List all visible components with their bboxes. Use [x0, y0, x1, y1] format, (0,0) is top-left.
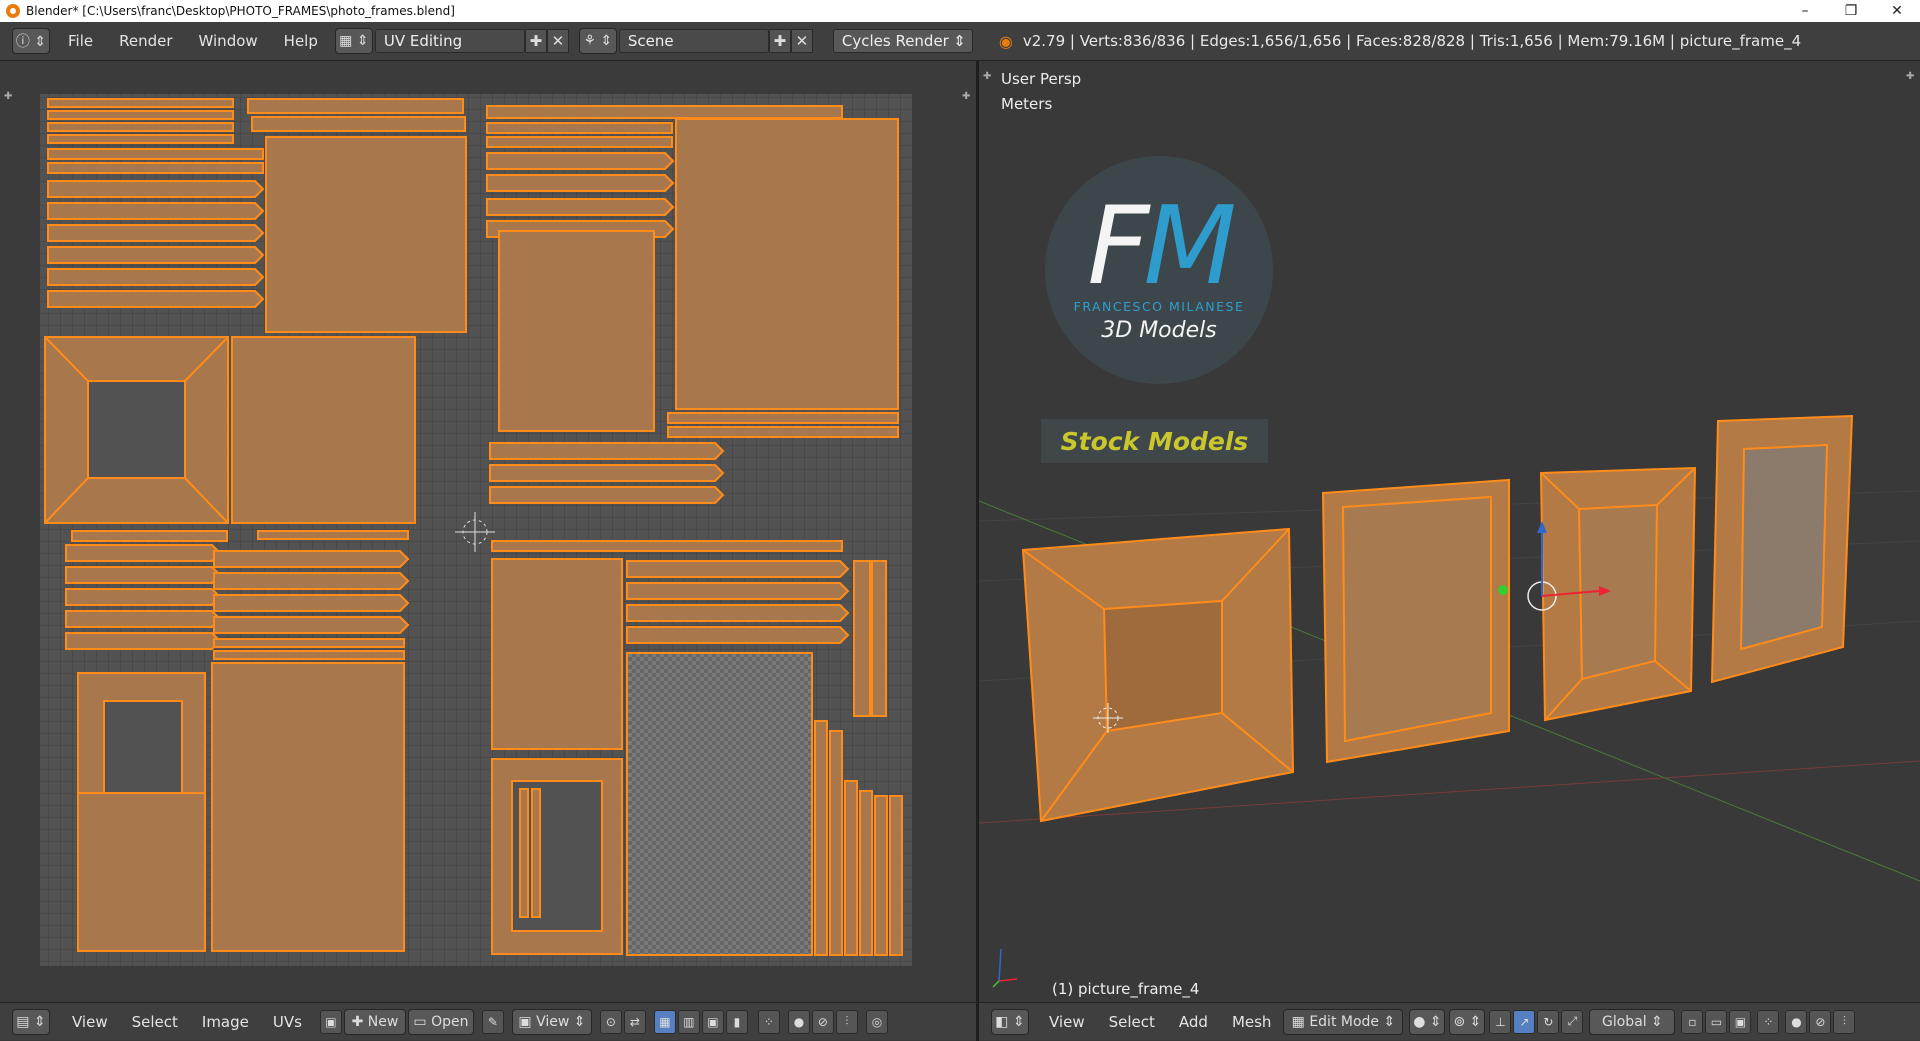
uv-menu-image[interactable]: Image — [202, 1013, 249, 1031]
uv-image-editor[interactable]: ✚ ✚ — [0, 61, 976, 1002]
pivot-point-select[interactable]: ⊚ ⇕ — [1449, 1008, 1486, 1035]
viewport-scene[interactable] — [979, 61, 1920, 1002]
editor-type-button[interactable]: ◧ ⇕ — [991, 1008, 1029, 1035]
shading-select[interactable]: ● ⇕ — [1409, 1008, 1446, 1035]
uv-canvas[interactable] — [0, 61, 976, 1002]
info-header: ⓘ ⇕ File Render Window Help ▦ ⇕ UV Editi… — [0, 22, 1920, 61]
view-mode-select[interactable]: ▣ View ⇕ — [511, 1008, 592, 1035]
view3d-menu-add[interactable]: Add — [1179, 1013, 1208, 1031]
occlude-geometry-icon[interactable]: ⁘ — [1757, 1009, 1780, 1034]
edge-select-mode-icon[interactable]: ▭ — [1705, 1009, 1728, 1034]
rotate-icon[interactable]: ↻ — [1537, 1009, 1560, 1034]
menu-help[interactable]: Help — [284, 32, 318, 50]
manipulator-toggle-icon[interactable]: ⊥ — [1489, 1009, 1512, 1034]
mode-select[interactable]: ▦ Edit Mode ⇕ — [1283, 1008, 1404, 1035]
dropdown-arrows-icon: ⇕ — [953, 32, 966, 50]
remove-scene-button[interactable]: ✕ — [790, 29, 813, 53]
render-engine-label: Cycles Render — [841, 32, 949, 50]
scene-statistics: v2.79 | Verts:836/836 | Edges:1,656/1,65… — [1022, 32, 1802, 50]
orientation-label: Global — [1602, 1013, 1647, 1030]
scale-icon[interactable]: ⤢ — [1561, 1009, 1584, 1034]
maximize-button[interactable]: ❐ — [1828, 0, 1874, 22]
snap-target-icon[interactable]: ⫶ — [1833, 1009, 1856, 1034]
window-title: Blender* [C:\Users\franc\Desktop\PHOTO_F… — [26, 4, 455, 18]
screen-layout-icon[interactable]: ▦ ⇕ — [334, 28, 373, 54]
snap-icon[interactable]: ⊘ — [811, 1009, 834, 1034]
menu-file[interactable]: File — [68, 32, 93, 50]
uv-menu-uvs[interactable]: UVs — [273, 1013, 302, 1031]
image-browse-icon[interactable]: ▣ — [319, 1009, 342, 1034]
menu-window[interactable]: Window — [199, 32, 258, 50]
layout-name: UV Editing — [383, 32, 463, 50]
island-select-icon[interactable]: ▮ — [725, 1009, 748, 1034]
edge-select-icon[interactable]: ▥ — [677, 1009, 700, 1034]
sticky-mode-icon[interactable]: ⁘ — [757, 1009, 780, 1034]
uv-menu-view[interactable]: View — [72, 1013, 108, 1031]
3d-viewport[interactable]: ✚ ✚ User Persp Meters FM FRANCESCO MILAN… — [979, 61, 1920, 1002]
proportional-edit-icon[interactable]: ● — [1785, 1009, 1808, 1034]
close-window-button[interactable]: ✕ — [1874, 0, 1920, 22]
orientation-select[interactable]: Global ⇕ — [1589, 1008, 1676, 1035]
minimize-button[interactable]: – — [1782, 0, 1828, 22]
new-image-label: New — [367, 1013, 399, 1030]
view3d-menu-select[interactable]: Select — [1109, 1013, 1155, 1031]
mode-label: Edit Mode — [1309, 1013, 1380, 1030]
vertex-select-mode-icon[interactable]: ▫ — [1681, 1009, 1704, 1034]
translate-icon[interactable]: ↗ — [1513, 1009, 1536, 1034]
remove-layout-button[interactable]: ✕ — [546, 29, 569, 53]
proportional-edit-icon[interactable]: ● — [787, 1009, 810, 1034]
editor-type-info-button[interactable]: ⓘ ⇕ — [12, 28, 50, 54]
scene-name: Scene — [627, 32, 674, 50]
layout-field[interactable]: UV Editing — [374, 29, 525, 53]
menu-render[interactable]: Render — [119, 32, 172, 50]
render-engine-select[interactable]: Cycles Render ⇕ — [832, 29, 973, 53]
face-select-mode-icon[interactable]: ▣ — [1729, 1009, 1752, 1034]
scene-icon[interactable]: ⚘ ⇕ — [578, 28, 617, 54]
open-image-button[interactable]: ▭ Open — [407, 1008, 474, 1035]
blender-version-icon: ◉ — [998, 31, 1013, 51]
uv-editor-header: ▤ ⇕ View Select Image UVs ▣ ✚ New ▭ Open… — [0, 1002, 976, 1040]
pivot-icon[interactable]: ⊙ — [599, 1009, 622, 1034]
add-layout-button[interactable]: ✚ — [524, 29, 547, 53]
new-image-button[interactable]: ✚ New — [343, 1008, 406, 1035]
blender-logo-icon — [6, 4, 20, 18]
picture-frames[interactable] — [1021, 414, 1854, 823]
view3d-menu-view[interactable]: View — [1049, 1013, 1085, 1031]
open-image-label: Open — [431, 1013, 469, 1030]
face-select-icon[interactable]: ▣ — [701, 1009, 724, 1034]
editor-type-button[interactable]: ▤ ⇕ — [12, 1008, 50, 1035]
uv-menu-select[interactable]: Select — [132, 1013, 178, 1031]
window-titlebar: Blender* [C:\Users\franc\Desktop\PHOTO_F… — [0, 0, 1920, 22]
snap-target-icon[interactable]: ⫶ — [835, 1009, 858, 1034]
3d-view-header: ◧ ⇕ View Select Add Mesh ▦ Edit Mode ⇕ ●… — [979, 1002, 1920, 1040]
axis-gizmo-icon — [992, 948, 1018, 988]
add-scene-button[interactable]: ✚ — [768, 29, 791, 53]
snap-icon[interactable]: ⊘ — [1809, 1009, 1832, 1034]
render-preview-icon[interactable]: ◎ — [865, 1009, 888, 1034]
active-object-label: (1) picture_frame_4 — [1052, 980, 1200, 998]
vertex-select-icon[interactable]: ▦ — [653, 1009, 676, 1034]
sync-selection-icon[interactable]: ⇄ — [623, 1009, 646, 1034]
view-mode-label: View — [536, 1013, 570, 1030]
pin-icon[interactable]: ✎ — [481, 1009, 504, 1034]
window-controls: – ❐ ✕ — [1782, 0, 1920, 22]
view3d-menu-mesh[interactable]: Mesh — [1232, 1013, 1272, 1031]
scene-field[interactable]: Scene — [618, 29, 769, 53]
